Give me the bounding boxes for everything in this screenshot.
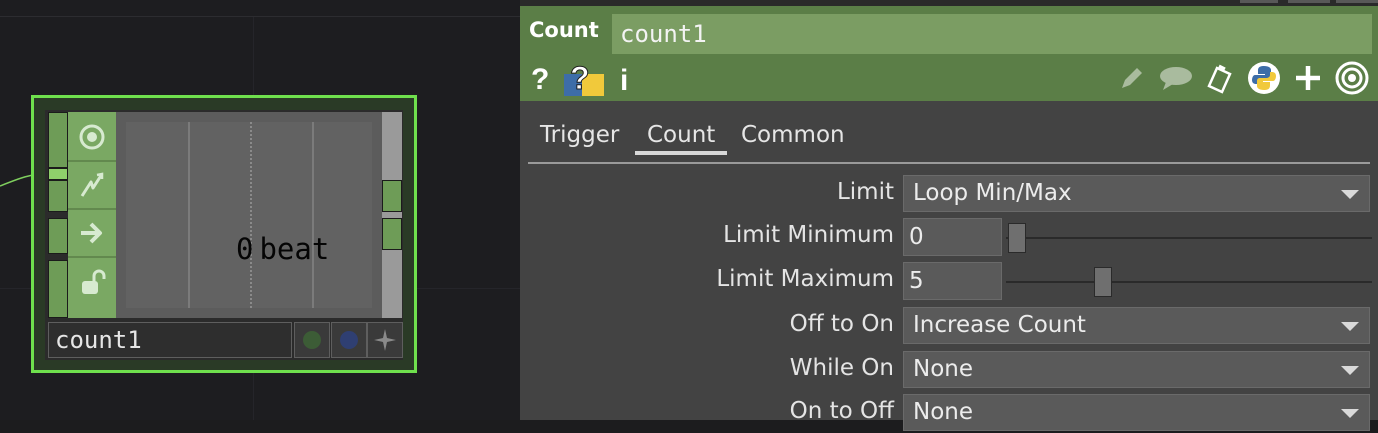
param-on-to-off: On to Off None	[520, 393, 1378, 433]
lightning-icon[interactable]	[68, 162, 116, 210]
inlet-2[interactable]	[48, 180, 68, 212]
viewer-icon[interactable]	[1334, 60, 1370, 96]
python-icon[interactable]	[1246, 60, 1282, 96]
clipboard-icon[interactable]	[1202, 60, 1236, 96]
chevron-down-icon	[1341, 190, 1359, 199]
star-icon[interactable]	[367, 322, 403, 358]
chevron-down-icon	[1341, 366, 1359, 375]
viewer-area: 0 beat	[126, 122, 372, 308]
param-label: Limit	[836, 179, 894, 205]
count-value: 0	[236, 232, 254, 266]
param-limit-minimum: Limit Minimum 0	[520, 217, 1378, 257]
viewer-gridline	[188, 122, 190, 308]
limit-maximum-slider[interactable]	[1006, 281, 1372, 283]
parameter-tabs: Trigger Count Common	[528, 118, 1370, 164]
off-to-on-menu[interactable]: Increase Count	[903, 307, 1370, 344]
operator-name-field[interactable]: count1	[612, 14, 1372, 54]
network-editor[interactable]: 0 beat count1	[0, 0, 520, 420]
param-limit-maximum: Limit Maximum 5	[520, 261, 1378, 301]
viewer-toggle-icon[interactable]	[294, 322, 330, 358]
limit-minimum-slider-handle[interactable]	[1008, 223, 1026, 253]
param-label: Limit Maximum	[716, 266, 894, 292]
help-icon[interactable]: ?	[528, 60, 552, 96]
param-limit: Limit Loop Min/Max	[520, 174, 1378, 214]
operator-type-label: Count	[529, 18, 599, 42]
add-icon[interactable]	[1292, 60, 1324, 96]
tab-trigger[interactable]: Trigger	[540, 122, 619, 148]
node-flags	[68, 112, 116, 318]
target-icon[interactable]	[68, 114, 116, 162]
param-label: Off to On	[789, 311, 894, 337]
param-while-on: While On None	[520, 350, 1378, 390]
limit-minimum-slider[interactable]	[1006, 237, 1372, 239]
edit-icon[interactable]	[1116, 60, 1148, 96]
svg-text:?: ?	[531, 63, 549, 94]
viewer-gridline	[312, 122, 314, 308]
node-name-label[interactable]: count1	[48, 322, 292, 358]
viewer-gridline-dotted	[250, 122, 252, 308]
inlet-1[interactable]	[48, 112, 68, 168]
param-label: On to Off	[789, 398, 894, 424]
node-viewer[interactable]: 0 beat	[116, 112, 382, 318]
chevron-down-icon	[1341, 322, 1359, 331]
menu-value: None	[913, 356, 974, 382]
limit-maximum-slider-handle[interactable]	[1094, 267, 1112, 297]
python-help-icon[interactable]: ?	[564, 60, 604, 96]
info-icon[interactable]: i	[618, 60, 634, 96]
param-label: While On	[789, 355, 894, 381]
chevron-down-icon	[1341, 409, 1359, 418]
comment-icon[interactable]	[1158, 60, 1194, 96]
unlock-icon[interactable]	[68, 258, 116, 306]
on-to-off-menu[interactable]: None	[903, 394, 1370, 431]
menu-value: Loop Min/Max	[913, 180, 1072, 206]
svg-text:i: i	[620, 64, 628, 94]
arrow-right-icon[interactable]	[68, 210, 116, 258]
node-outlets	[382, 112, 402, 318]
tab-count[interactable]: Count	[635, 122, 728, 155]
node-inlets	[48, 112, 68, 318]
menu-value: None	[913, 399, 974, 425]
network-top-border	[0, 16, 520, 17]
parameter-panel: Count count1 ? ? i Trigger Count Common …	[520, 0, 1378, 431]
inlet-3[interactable]	[48, 218, 68, 254]
limit-maximum-field[interactable]: 5	[903, 262, 1002, 300]
param-off-to-on: Off to On Increase Count	[520, 306, 1378, 346]
outlet-2[interactable]	[382, 218, 402, 250]
param-label: Limit Minimum	[723, 222, 894, 248]
inlet-connected-marker	[48, 168, 68, 180]
svg-text:?: ?	[570, 60, 590, 96]
limit-menu[interactable]: Loop Min/Max	[903, 175, 1370, 212]
display-toggle-icon[interactable]	[331, 322, 367, 358]
outlet-1[interactable]	[382, 180, 402, 212]
parameter-header: Count count1 ? ? i	[520, 6, 1378, 101]
count-value-text: 0 beat	[236, 232, 329, 266]
tab-common[interactable]: Common	[741, 122, 845, 148]
menu-value: Increase Count	[913, 312, 1086, 338]
inlet-4[interactable]	[48, 260, 68, 318]
while-on-menu[interactable]: None	[903, 351, 1370, 388]
count-unit: beat	[259, 232, 330, 266]
limit-minimum-field[interactable]: 0	[903, 218, 1002, 256]
